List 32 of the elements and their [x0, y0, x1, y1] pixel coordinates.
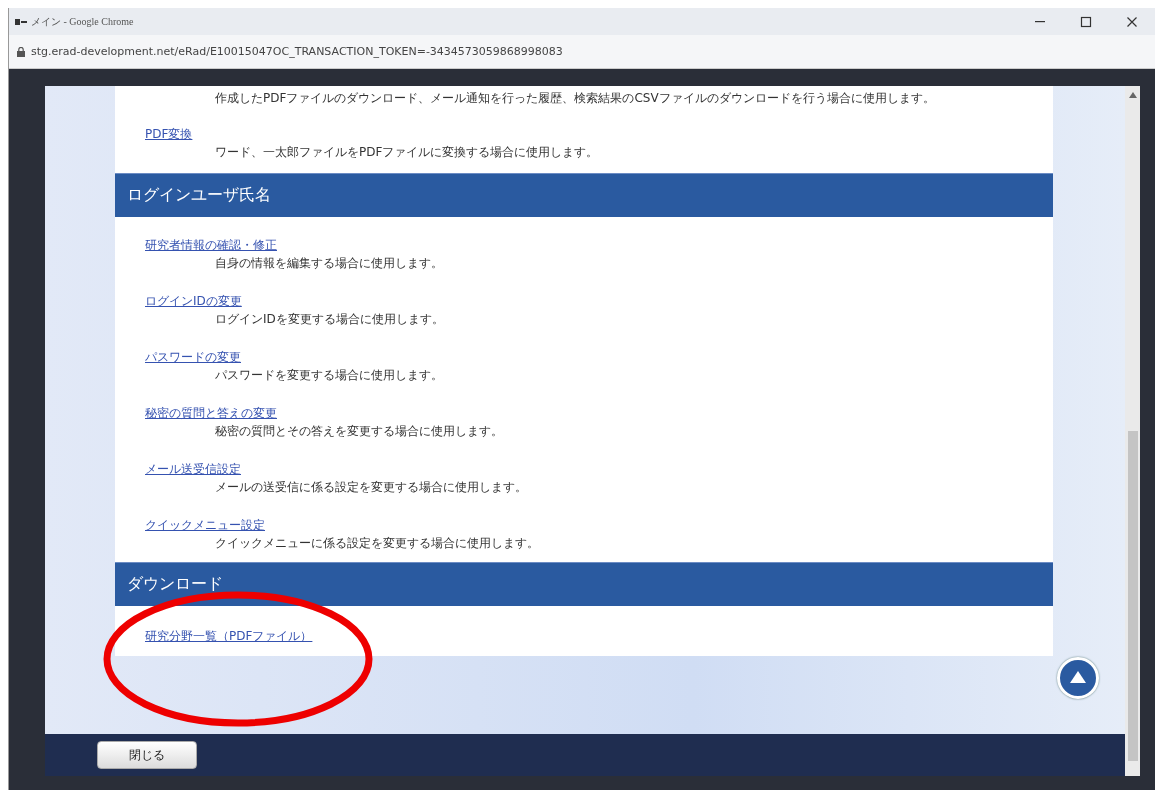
maximize-icon — [1080, 15, 1092, 28]
address-bar[interactable]: stg.erad-development.net/eRad/E10015047OC_TRANSACTION_TOKEN=-3434573059868998083 — [9, 35, 1155, 69]
menu-link[interactable]: パスワードの変更 — [145, 348, 241, 366]
section-header: ログインユーザ氏名 — [115, 173, 1053, 217]
scrollbar[interactable] — [1125, 86, 1140, 776]
description-text: ログインIDを変更する場合に使用します。 — [214, 311, 444, 328]
description-text: ワード、一太郎ファイルをPDFファイルに変換する場合に使用します。 — [214, 144, 599, 161]
close-icon — [1126, 15, 1138, 28]
description-text: 作成したPDFファイルのダウンロード、メール通知を行った履歴、検索結果のCSVファイルのダウンロードを行う場合に使用します。 — [214, 90, 935, 107]
scrollbar-thumb[interactable] — [1127, 431, 1138, 761]
description-text: 秘密の質問とその答えを変更する場合に使用します。 — [214, 423, 503, 440]
url-text: stg.erad-development.net/eRad/E10015047OC_TRANSACTION_TOKEN=-3434573059868998083 — [31, 45, 563, 58]
scroll-top-button[interactable] — [1057, 657, 1099, 699]
lock-icon — [17, 46, 25, 57]
section-header: ダウンロード — [115, 562, 1053, 606]
menu-link[interactable]: 研究分野一覧（PDFファイル） — [145, 627, 313, 645]
menu-link[interactable]: 研究者情報の確認・修正 — [145, 236, 277, 254]
app-icon — [15, 16, 27, 27]
description-text: 自身の情報を編集する場合に使用します。 — [214, 255, 443, 272]
description-text: クイックメニューに係る設定を変更する場合に使用します。 — [214, 535, 539, 552]
minimize-icon — [1035, 20, 1045, 23]
menu-link[interactable]: PDF変換 — [145, 125, 193, 143]
menu-link[interactable]: クイックメニュー設定 — [145, 516, 265, 534]
menu-link[interactable]: メール送受信設定 — [145, 460, 241, 478]
scroll-up-icon — [1128, 92, 1137, 98]
description-text: パスワードを変更する場合に使用します。 — [214, 367, 443, 384]
description-text: メールの送受信に係る設定を変更する場合に使用します。 — [214, 479, 527, 496]
menu-link[interactable]: 秘密の質問と答えの変更 — [145, 404, 277, 422]
menu-link[interactable]: ログインIDの変更 — [145, 292, 242, 310]
window-title: メイン - Google Chrome — [31, 14, 134, 29]
up-arrow-icon — [1070, 670, 1086, 683]
close-dialog-button[interactable]: 閉じる — [97, 741, 197, 769]
